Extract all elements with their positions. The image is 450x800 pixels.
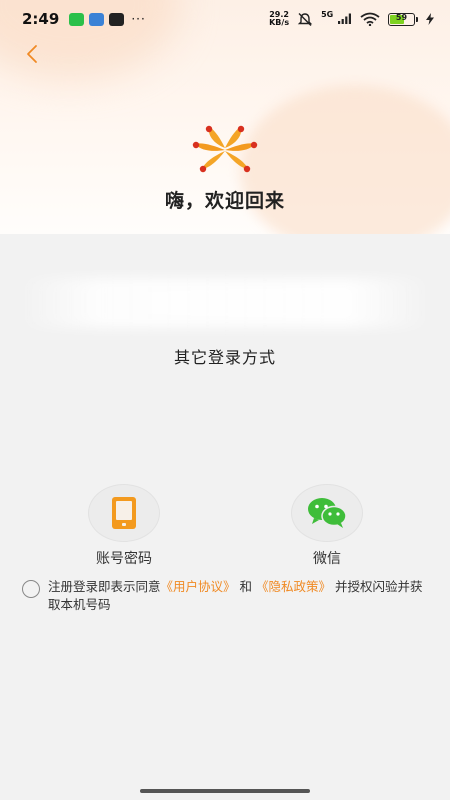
charging-icon — [426, 13, 434, 25]
wechat-notification-icon — [69, 12, 85, 26]
battery-indicator: 59 — [388, 12, 418, 26]
signal-bars-icon — [338, 13, 351, 24]
back-button[interactable] — [18, 40, 46, 68]
user-agreement-link[interactable]: 《用户协议》 — [161, 579, 236, 594]
account-password-login-button[interactable]: 账号密码 — [64, 484, 184, 568]
home-indicator[interactable] — [140, 789, 310, 793]
cellular-signal: 5G — [321, 10, 352, 28]
more-notifications-icon: ··· — [131, 12, 146, 26]
status-time: 2:49 — [22, 10, 60, 28]
option-icon-circle — [88, 484, 160, 542]
blurred-login-area — [18, 278, 432, 328]
privacy-policy-link[interactable]: 《隐私政策》 — [256, 579, 331, 594]
brand-logo-icon — [192, 125, 258, 173]
wechat-login-button[interactable]: 微信 — [267, 484, 387, 568]
wifi-icon — [360, 12, 380, 26]
option-label: 微信 — [313, 551, 341, 567]
status-bar: 2:49 ··· 29.2 KB/s 5G 59 — [0, 0, 450, 38]
status-indicators: 29.2 KB/s 5G 59 — [269, 10, 434, 28]
agreement-row: 注册登录即表示同意《用户协议》 和 《隐私政策》 并授权闪验并获取本机号码 — [22, 578, 432, 614]
network-speed: 29.2 KB/s — [269, 10, 290, 27]
agreement-text: 注册登录即表示同意《用户协议》 和 《隐私政策》 并授权闪验并获取本机号码 — [48, 579, 423, 612]
phone-icon — [112, 497, 136, 529]
mute-icon — [297, 12, 313, 26]
welcome-title: 嗨，欢迎回来 — [164, 190, 285, 212]
agreement-checkbox[interactable] — [22, 580, 40, 598]
option-icon-circle — [291, 484, 363, 542]
app-notification-icon — [109, 12, 125, 26]
wechat-icon — [308, 498, 347, 528]
other-login-title: 其它登录方式 — [173, 348, 276, 367]
chevron-left-icon — [27, 45, 37, 63]
battery-level: 59 — [395, 12, 408, 22]
option-label: 账号密码 — [96, 551, 152, 567]
app-notification-icon — [89, 12, 105, 26]
